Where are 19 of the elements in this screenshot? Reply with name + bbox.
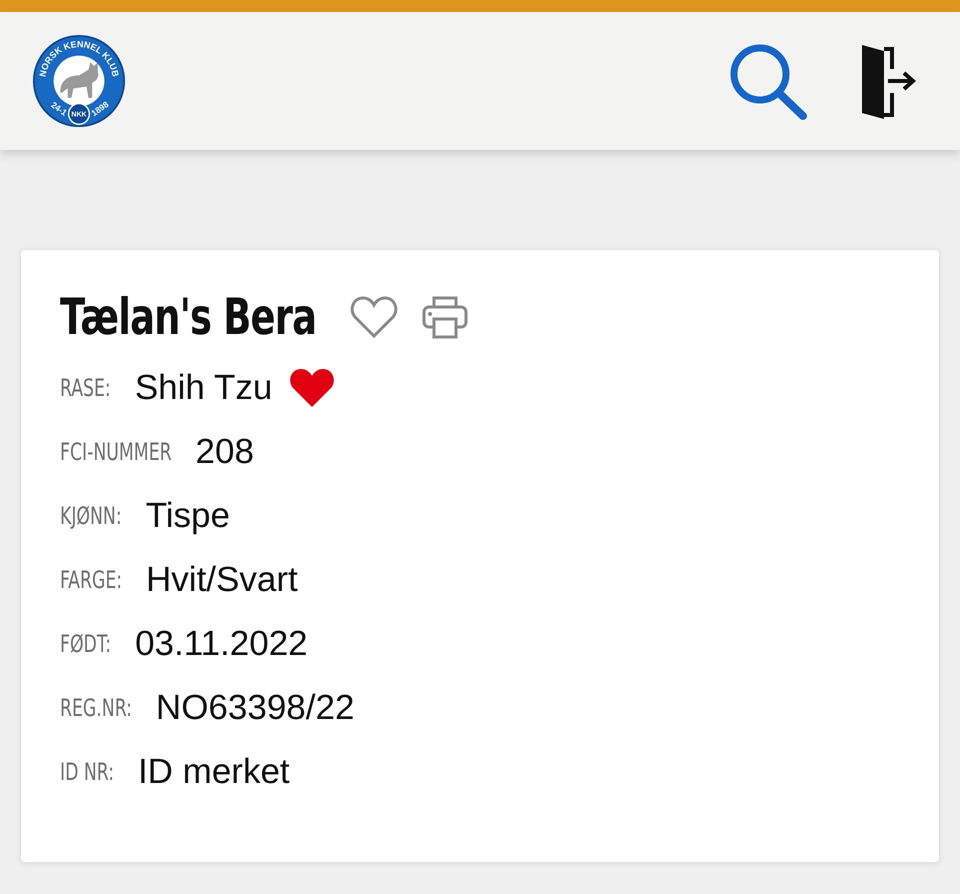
search-icon[interactable] — [728, 42, 808, 120]
field-label: KJØNN: — [60, 502, 122, 530]
field-value: Shih Tzu — [134, 368, 272, 408]
field-label: ID NR: — [60, 758, 114, 786]
print-icon[interactable] — [422, 295, 468, 339]
field-label: FØDT: — [60, 630, 112, 658]
field-label: RASE: — [60, 374, 111, 402]
field-label: REG.NR: — [60, 694, 132, 722]
dog-name: Tælan's Bera — [60, 288, 316, 346]
field-value: 03.11.2022 — [135, 624, 308, 664]
field-value: Hvit/Svart — [146, 560, 298, 600]
field-value: NO63398/22 — [156, 688, 354, 728]
field-label: FCI-NUMMER — [60, 438, 172, 466]
field-label: FARGE: — [60, 566, 122, 594]
favorite-heart-icon[interactable] — [350, 295, 398, 339]
field-value: Tispe — [146, 496, 230, 536]
field-value: 208 — [196, 432, 254, 472]
field-value: ID merket — [138, 752, 290, 792]
breed-heart-icon[interactable] — [288, 366, 336, 410]
